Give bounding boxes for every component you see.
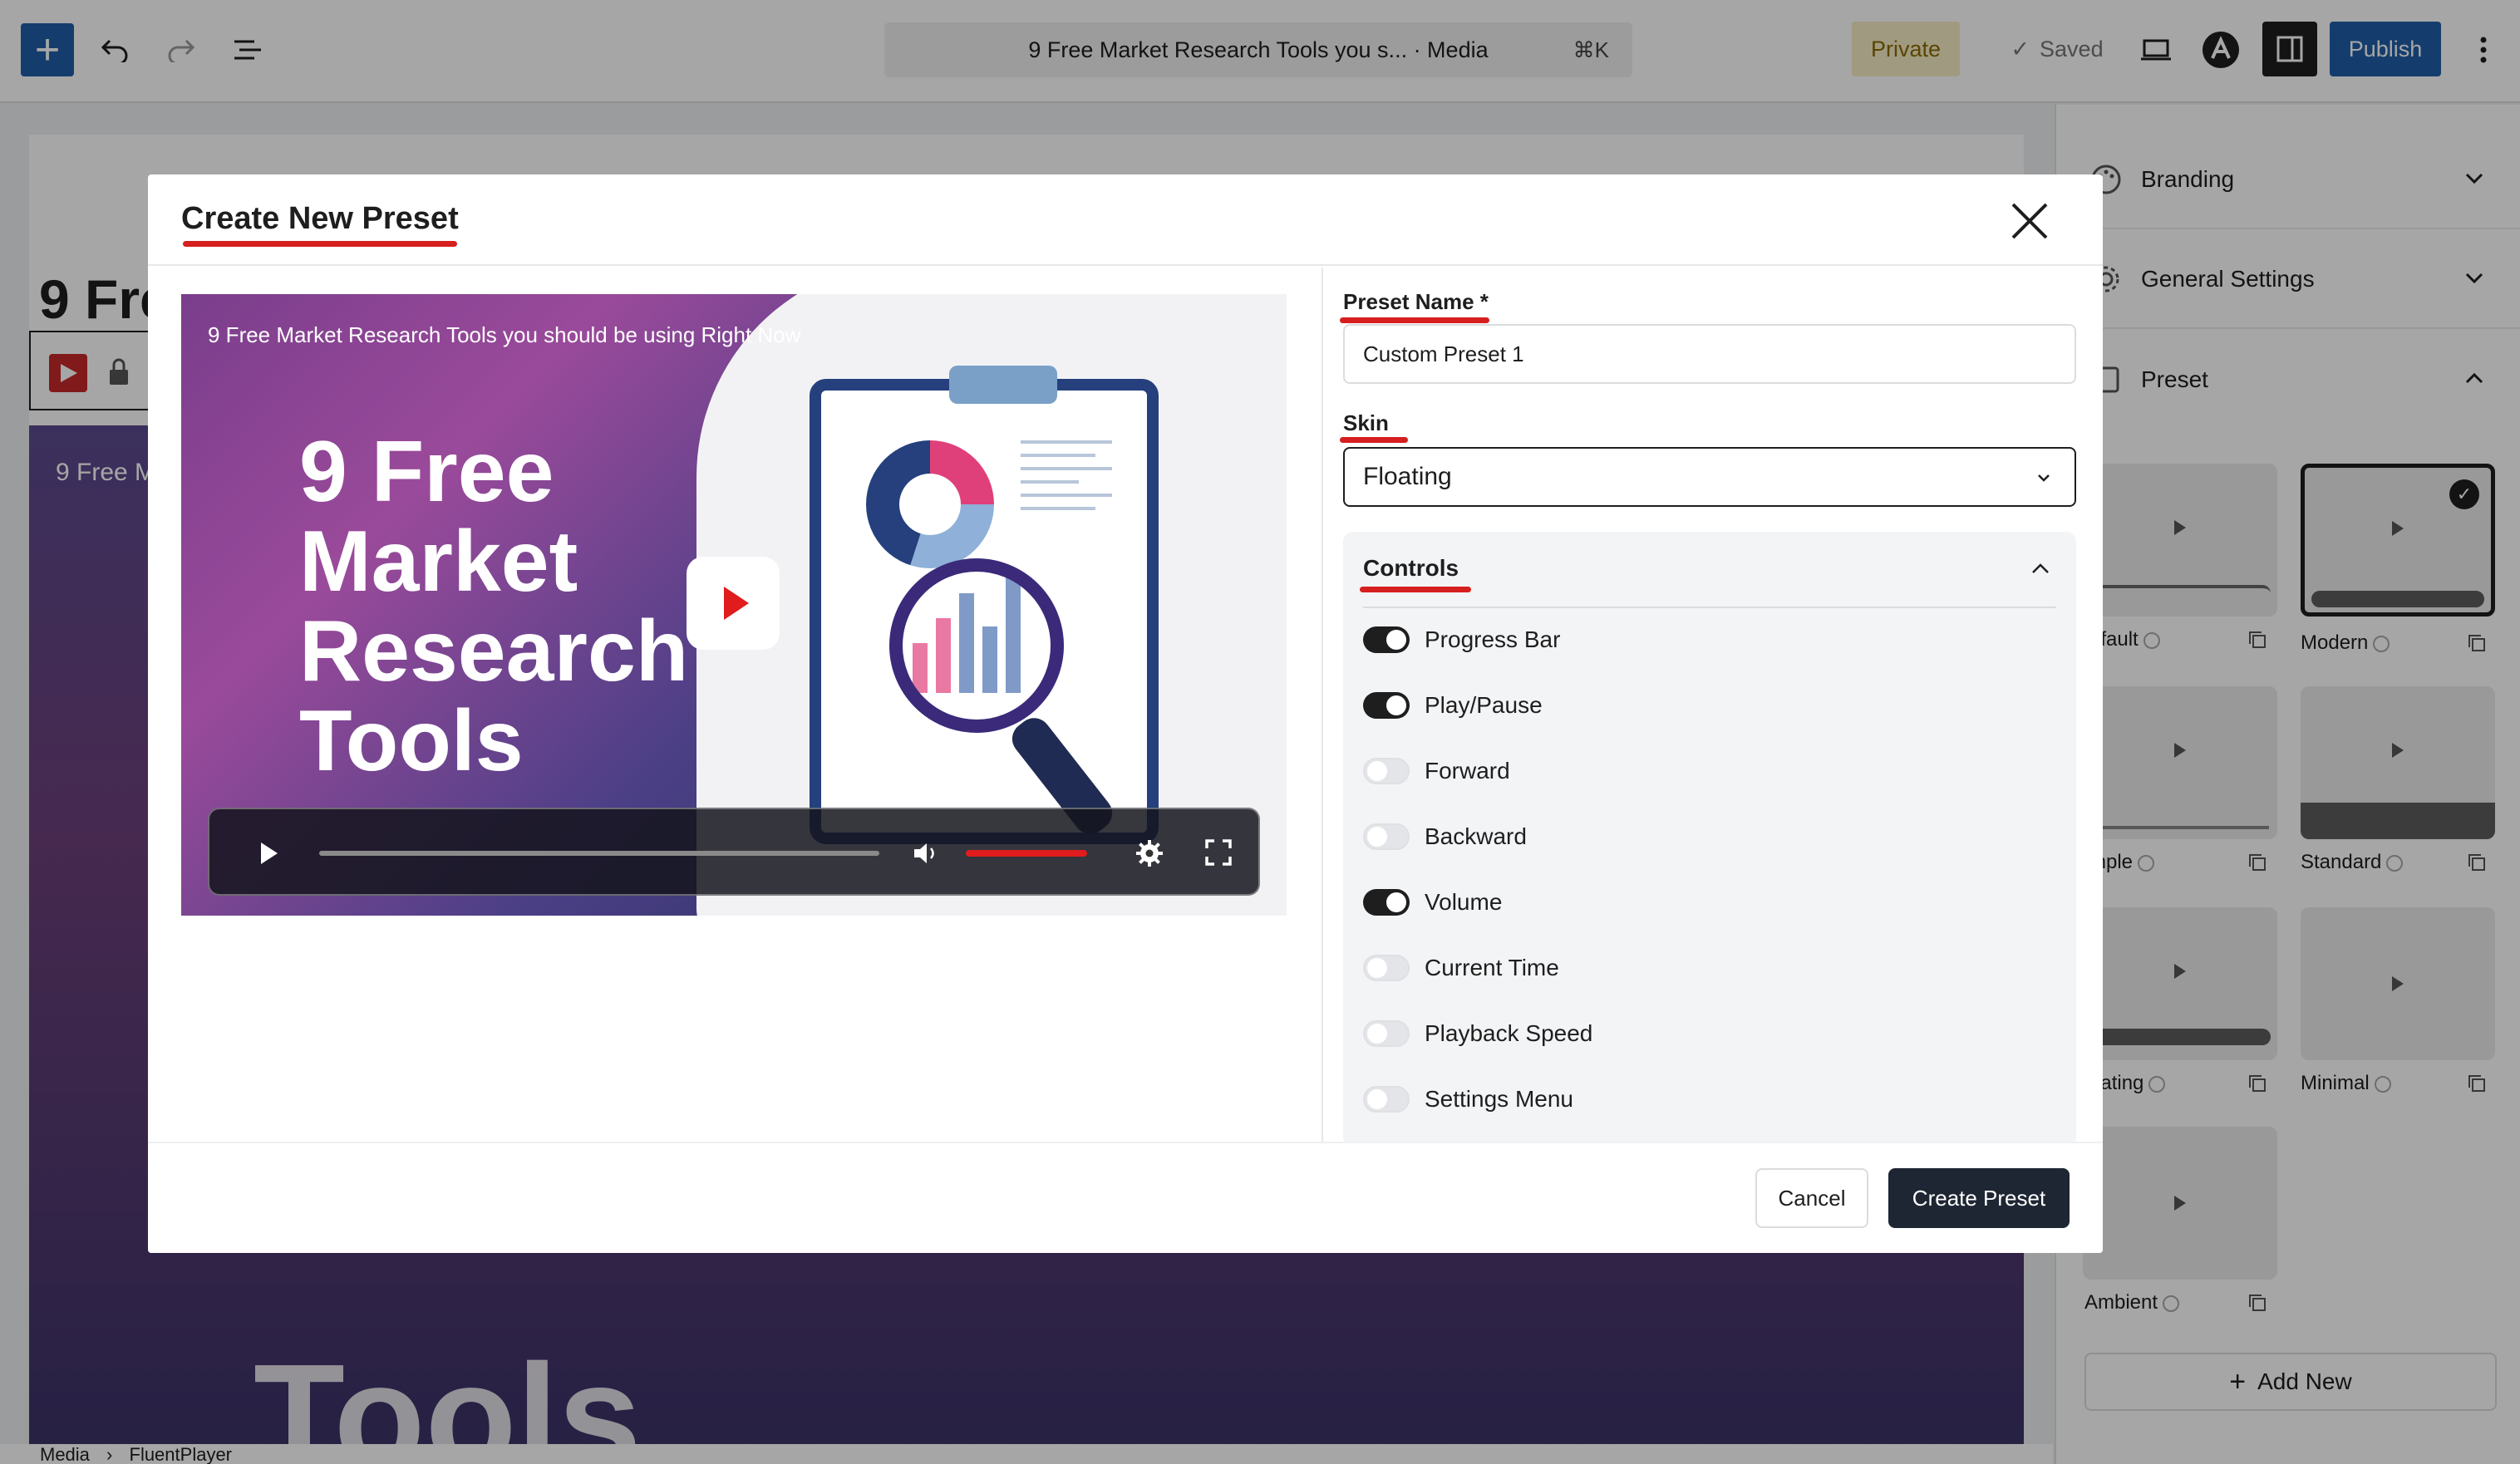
progress-bar[interactable] bbox=[319, 851, 879, 856]
create-preset-button[interactable]: Create Preset bbox=[1888, 1168, 2070, 1228]
toggle-switch[interactable] bbox=[1363, 626, 1410, 653]
cancel-button[interactable]: Cancel bbox=[1755, 1168, 1868, 1228]
toggle-knob bbox=[1367, 1089, 1387, 1109]
control-toggle-row[interactable]: Play/Pause bbox=[1363, 687, 1543, 724]
preview-column: 9 Free Market Research Tools you should … bbox=[148, 268, 1322, 1143]
controls-panel-header[interactable]: Controls bbox=[1343, 532, 2076, 607]
big-play-button[interactable] bbox=[687, 557, 780, 650]
chevron-up-icon bbox=[2032, 563, 2049, 573]
control-toggle-label: Play/Pause bbox=[1425, 692, 1543, 718]
label-highlight-underline bbox=[1360, 587, 1471, 592]
play-icon bbox=[724, 587, 749, 620]
toggle-knob bbox=[1386, 892, 1406, 912]
toggle-knob bbox=[1367, 761, 1387, 781]
controls-title: Controls bbox=[1363, 555, 1459, 581]
control-toggle-row[interactable]: Progress Bar bbox=[1363, 621, 1560, 658]
label-highlight-underline bbox=[1340, 437, 1408, 443]
toggle-switch[interactable] bbox=[1363, 692, 1410, 719]
dialog-header: Create New Preset bbox=[148, 174, 2103, 266]
video-preview[interactable]: 9 Free Market Research Tools you should … bbox=[181, 294, 1287, 916]
fullscreen-icon[interactable] bbox=[1205, 839, 1232, 866]
control-toggle-label: Volume bbox=[1425, 889, 1503, 915]
chevron-down-icon bbox=[2038, 474, 2050, 482]
play-icon[interactable] bbox=[261, 843, 278, 864]
clipboard-clip bbox=[949, 366, 1057, 404]
close-icon[interactable] bbox=[2006, 198, 2053, 244]
control-toggle-row[interactable]: Current Time bbox=[1363, 950, 1559, 986]
preset-form: Preset Name * Skin Floating Controls Pro… bbox=[1322, 268, 2103, 1147]
document-lines-illustration bbox=[1021, 440, 1112, 520]
skin-select[interactable]: Floating bbox=[1343, 447, 2076, 507]
dialog-title: Create New Preset bbox=[181, 201, 459, 236]
skin-label: Skin bbox=[1343, 410, 1389, 435]
control-toggle-row[interactable]: Volume bbox=[1363, 884, 1502, 921]
video-thumbnail-text: 9 Free Market Research Tools bbox=[299, 424, 689, 789]
skin-select-value: Floating bbox=[1363, 463, 1452, 490]
control-toggle-label: Settings Menu bbox=[1425, 1086, 1573, 1112]
toggle-knob bbox=[1386, 695, 1406, 715]
volume-icon[interactable] bbox=[913, 841, 941, 866]
video-title: 9 Free Market Research Tools you should … bbox=[208, 322, 801, 347]
volume-slider[interactable] bbox=[966, 850, 1087, 857]
toggle-switch[interactable] bbox=[1363, 758, 1410, 784]
toggle-knob bbox=[1367, 827, 1387, 847]
create-preset-dialog: Create New Preset 9 Free Market Research… bbox=[148, 174, 2103, 1253]
magnifier-illustration bbox=[889, 558, 1064, 733]
control-toggle-row[interactable]: Backward bbox=[1363, 818, 1527, 855]
label-highlight-underline bbox=[1340, 317, 1489, 323]
toggle-knob bbox=[1367, 958, 1387, 978]
toggle-switch[interactable] bbox=[1363, 889, 1410, 916]
control-toggle-label: Playback Speed bbox=[1425, 1020, 1593, 1046]
control-toggle-label: Progress Bar bbox=[1425, 626, 1561, 652]
control-toggle-row[interactable]: Settings Menu bbox=[1363, 1081, 1573, 1118]
control-toggle-label: Backward bbox=[1425, 823, 1527, 849]
control-toggle-label: Forward bbox=[1425, 758, 1510, 784]
controls-panel: Controls Progress Bar Play/Pause Forward Ba… bbox=[1343, 532, 2076, 1147]
preset-name-label: Preset Name * bbox=[1343, 289, 1489, 314]
toggle-switch[interactable] bbox=[1363, 823, 1410, 850]
preset-name-input[interactable] bbox=[1343, 324, 2076, 384]
donut-chart-illustration bbox=[866, 440, 994, 568]
title-highlight-underline bbox=[183, 241, 457, 247]
toggle-switch[interactable] bbox=[1363, 1086, 1410, 1113]
dialog-footer: Cancel Create Preset bbox=[148, 1142, 2103, 1253]
toggle-knob bbox=[1367, 1024, 1387, 1044]
control-toggle-row[interactable]: Playback Speed bbox=[1363, 1015, 1592, 1052]
player-control-bar bbox=[208, 808, 1260, 896]
divider bbox=[1363, 607, 2056, 608]
control-toggle-label: Current Time bbox=[1425, 955, 1559, 980]
toggle-switch[interactable] bbox=[1363, 955, 1410, 981]
toggle-switch[interactable] bbox=[1363, 1020, 1410, 1047]
control-toggle-row[interactable]: Forward bbox=[1363, 753, 1510, 789]
toggle-knob bbox=[1386, 630, 1406, 650]
gear-icon[interactable] bbox=[1135, 839, 1164, 867]
